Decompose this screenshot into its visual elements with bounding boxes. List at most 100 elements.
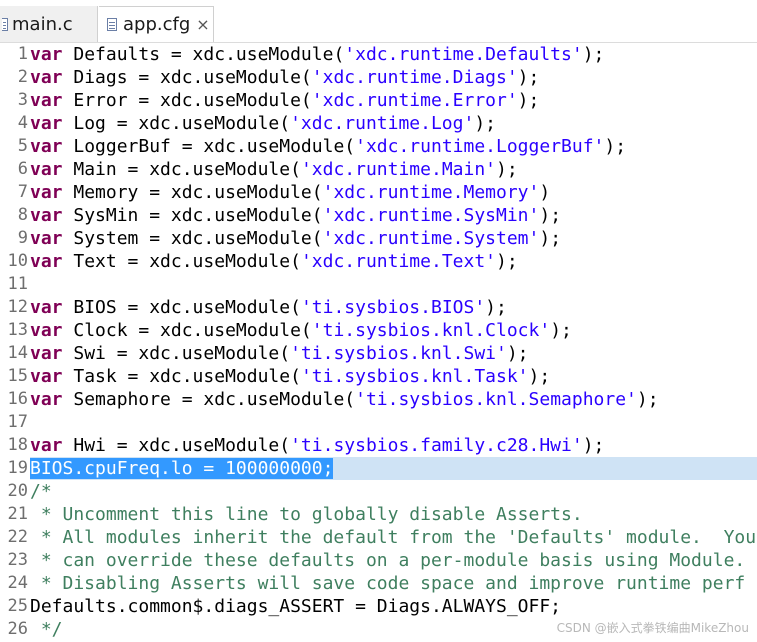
identifier-text: LoggerBuf = xdc.useModule(	[62, 136, 356, 157]
code-line: 4 var Log = xdc.useModule('xdc.runtime.Lo…	[0, 112, 757, 135]
string-literal: 'xdc.runtime.Text'	[300, 251, 497, 272]
selected-text: BIOS.cpuFreq.lo = 100000000;	[30, 458, 334, 479]
string-literal: 'xdc.runtime.Log'	[290, 113, 475, 134]
punctuation: );	[636, 389, 659, 410]
punctuation: );	[474, 113, 497, 134]
code-line: 24 * Disabling Asserts will save code sp…	[0, 572, 757, 595]
string-literal: 'xdc.runtime.SysMin'	[322, 205, 540, 226]
code-text: var Text = xdc.useModule('xdc.runtime.Te…	[30, 250, 518, 273]
keyword-var: var	[30, 228, 63, 249]
identifier-text: Task = xdc.useModule(	[62, 366, 301, 387]
code-text: var Clock = xdc.useModule('ti.sysbios.kn…	[30, 319, 572, 342]
c-file-icon	[2, 17, 8, 31]
identifier-text: Semaphore = xdc.useModule(	[62, 389, 356, 410]
code-text: * can override these defaults on a per-m…	[30, 549, 745, 572]
string-literal: 'ti.sysbios.knl.Semaphore'	[355, 389, 637, 410]
punctuation: );	[582, 44, 605, 65]
statement-text: Defaults.common$.diags_ASSERT = Diags.AL…	[30, 596, 562, 617]
code-line: 7 var Memory = xdc.useModule('xdc.runtime…	[0, 181, 757, 204]
code-line: 9 var System = xdc.useModule('xdc.runtime…	[0, 227, 757, 250]
keyword-var: var	[30, 44, 63, 65]
code-line: 3 var Error = xdc.useModule('xdc.runtime.…	[0, 89, 757, 112]
code-text: var Hwi = xdc.useModule('ti.sysbios.fami…	[30, 434, 604, 457]
code-text: var LoggerBuf = xdc.useModule('xdc.runti…	[30, 135, 626, 158]
comment-text: * Disabling Asserts will save code space…	[30, 573, 746, 594]
line-number: 17	[7, 412, 28, 432]
string-literal: 'xdc.runtime.Defaults'	[344, 44, 583, 65]
string-literal: 'xdc.runtime.Main'	[300, 159, 497, 180]
code-line: 16 var Semaphore = xdc.useModule('ti.sysb…	[0, 388, 757, 411]
code-text: var Task = xdc.useModule('ti.sysbios.knl…	[30, 365, 550, 388]
line-number: 18	[7, 435, 28, 455]
code-line: 20/*	[0, 480, 757, 503]
line-number: 10	[7, 251, 28, 271]
identifier-text: Text = xdc.useModule(	[62, 251, 301, 272]
comment-text: /*	[30, 481, 52, 502]
code-text: /*	[30, 480, 52, 503]
code-line: 11	[0, 273, 757, 296]
tab-label: main.c	[12, 13, 73, 35]
string-literal: 'ti.sysbios.family.c28.Hwi'	[290, 435, 583, 456]
code-text: var Diags = xdc.useModule('xdc.runtime.D…	[30, 66, 539, 89]
code-text: var Main = xdc.useModule('xdc.runtime.Ma…	[30, 158, 518, 181]
keyword-var: var	[30, 297, 63, 318]
line-number: 13	[7, 320, 28, 340]
comment-text: * can override these defaults on a per-m…	[30, 550, 746, 571]
string-literal: 'xdc.runtime.Memory'	[322, 182, 540, 203]
identifier-text: System = xdc.useModule(	[62, 228, 323, 249]
code-text: var System = xdc.useModule('xdc.runtime.…	[30, 227, 561, 250]
punctuation: );	[496, 251, 518, 272]
keyword-var: var	[30, 435, 63, 456]
code-line: 23 * can override these defaults on a pe…	[0, 549, 757, 572]
line-number: 6	[17, 159, 28, 179]
line-number: 12	[7, 297, 28, 317]
punctuation: );	[506, 343, 529, 364]
tab-main-c[interactable]: main.c	[0, 6, 98, 42]
line-number: 25	[7, 596, 28, 616]
close-icon[interactable]: ×	[196, 15, 209, 34]
editor-tab-bar: main.c app.cfg ×	[0, 0, 757, 43]
code-line: 10 var Text = xdc.useModule('xdc.runtime.…	[0, 250, 757, 273]
identifier-text: Log = xdc.useModule(	[62, 113, 291, 134]
punctuation: );	[582, 435, 605, 456]
code-line: 18 var Hwi = xdc.useModule('ti.sysbios.fa…	[0, 434, 757, 457]
line-number: 22	[7, 527, 28, 547]
punctuation: );	[517, 90, 540, 111]
line-number: 11	[7, 274, 28, 294]
code-text: var Swi = xdc.useModule('ti.sysbios.knl.…	[30, 342, 529, 365]
keyword-var: var	[30, 67, 63, 88]
string-literal: 'ti.sysbios.knl.Clock'	[311, 320, 551, 341]
identifier-text: Defaults = xdc.useModule(	[62, 44, 345, 65]
line-number: 5	[17, 136, 28, 156]
keyword-var: var	[30, 113, 63, 134]
punctuation: );	[485, 297, 507, 318]
keyword-var: var	[30, 136, 63, 157]
code-text: var BIOS = xdc.useModule('ti.sysbios.BIO…	[30, 296, 507, 319]
tab-app-cfg[interactable]: app.cfg ×	[99, 6, 214, 42]
line-number: 26	[7, 619, 28, 639]
code-text: var Log = xdc.useModule('xdc.runtime.Log…	[30, 112, 496, 135]
keyword-var: var	[30, 182, 63, 203]
identifier-text: SysMin = xdc.useModule(	[62, 205, 323, 226]
line-number: 1	[17, 44, 28, 64]
line-number: 24	[7, 573, 28, 593]
code-text: var Memory = xdc.useModule('xdc.runtime.…	[30, 181, 550, 204]
code-line: 22 * All modules inherit the default fro…	[0, 526, 757, 549]
code-text: var Error = xdc.useModule('xdc.runtime.E…	[30, 89, 539, 112]
code-line: 2 var Diags = xdc.useModule('xdc.runtime.…	[0, 66, 757, 89]
code-editor[interactable]: 1 var Defaults = xdc.useModule('xdc.runti…	[0, 43, 757, 641]
code-line: 13 var Clock = xdc.useModule('ti.sysbios.…	[0, 319, 757, 342]
line-number: 23	[7, 550, 28, 570]
line-number: 16	[7, 389, 28, 409]
code-line: 6 var Main = xdc.useModule('xdc.runtime.M…	[0, 158, 757, 181]
keyword-var: var	[30, 343, 63, 364]
code-text: * Disabling Asserts will save code space…	[30, 572, 745, 595]
line-number: 14	[7, 343, 28, 363]
identifier-text: BIOS = xdc.useModule(	[62, 297, 301, 318]
string-literal: 'xdc.runtime.Error'	[311, 90, 518, 111]
code-line: 1 var Defaults = xdc.useModule('xdc.runti…	[0, 43, 757, 66]
punctuation: );	[528, 366, 551, 387]
keyword-var: var	[30, 251, 63, 272]
keyword-var: var	[30, 320, 63, 341]
punctuation: );	[604, 136, 627, 157]
